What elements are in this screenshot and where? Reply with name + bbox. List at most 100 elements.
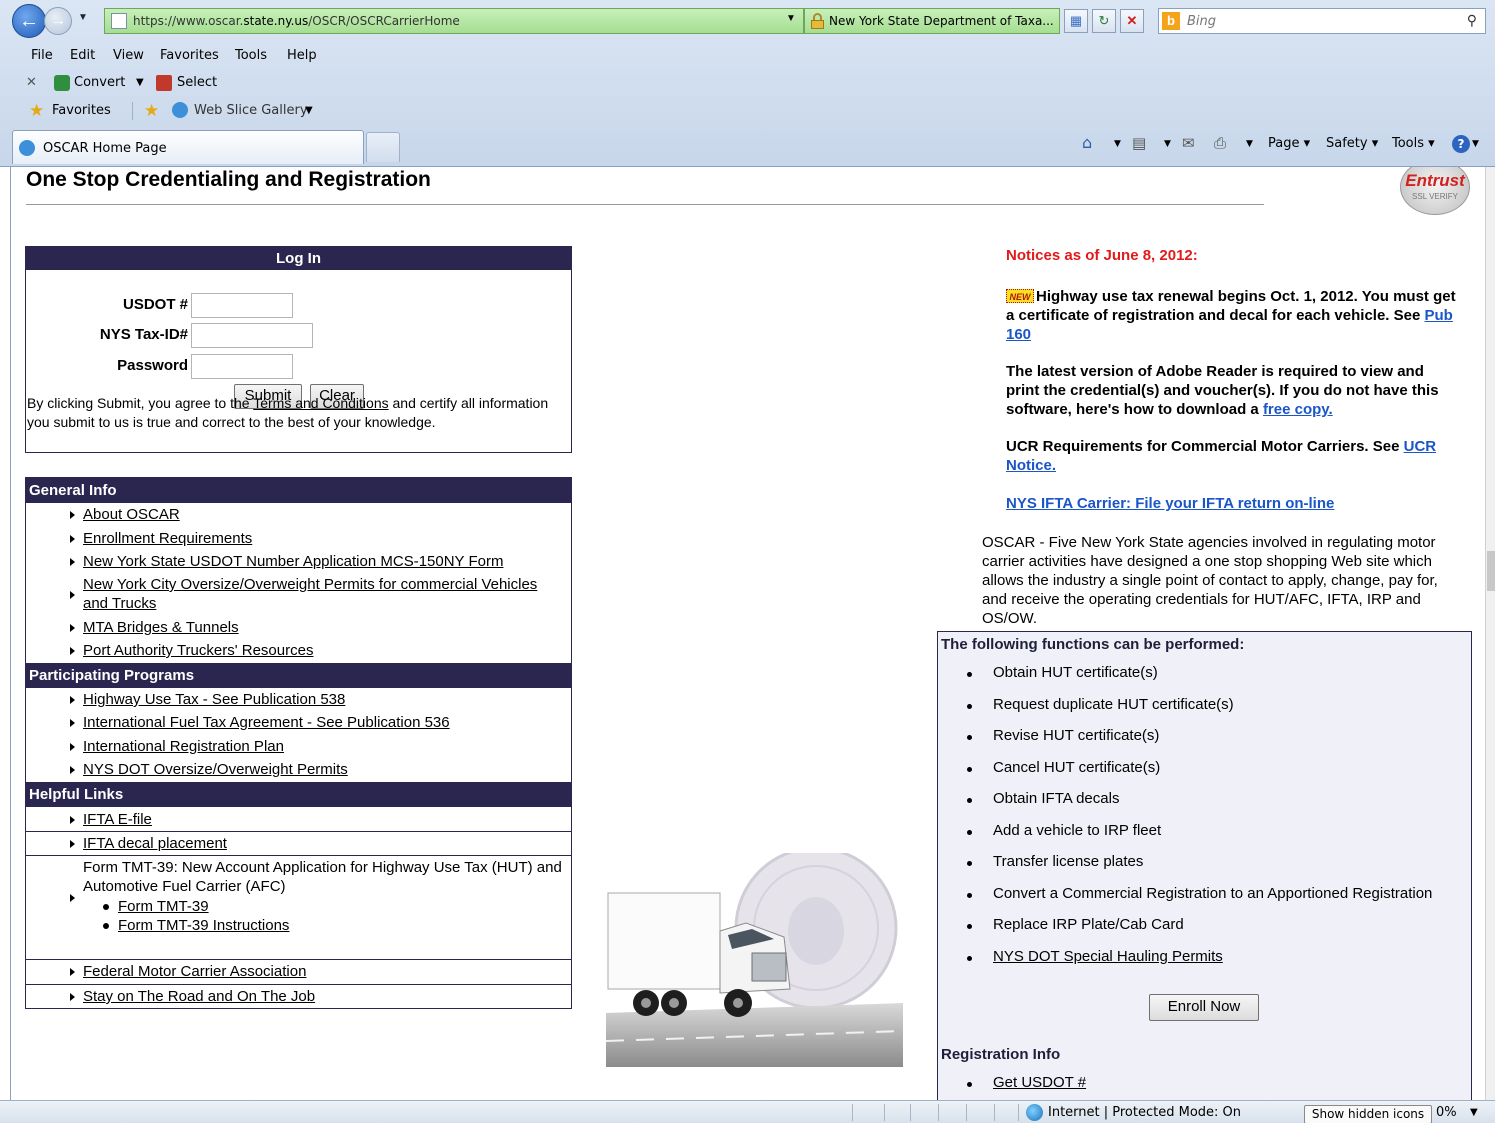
ifta-file-link[interactable]: NYS IFTA Carrier: File your IFTA return …	[1006, 495, 1334, 512]
nav-link[interactable]: Form TMT-39	[118, 897, 209, 916]
print-dropdown-icon[interactable]: ▼	[1246, 139, 1253, 149]
stop-icon[interactable]: ✕	[1120, 9, 1144, 33]
refresh-icon[interactable]: ↻	[1092, 9, 1116, 33]
nav-link[interactable]: NYS DOT Oversize/Overweight Permits	[83, 760, 348, 779]
function-text: Convert a Commercial Registration to an …	[993, 885, 1433, 902]
helpful-links-header: Helpful Links	[26, 782, 571, 807]
nav-panel: General Info About OSCAR Enrollment Requ…	[25, 477, 572, 1009]
add-favorite-icon[interactable]: ★	[144, 101, 159, 121]
page-icon	[111, 13, 127, 29]
function-text: Revise HUT certificate(s)	[993, 727, 1160, 744]
truck-seal-image	[606, 853, 903, 1067]
status-divider	[910, 1104, 911, 1121]
nav-link[interactable]: IFTA decal placement	[83, 834, 227, 853]
tools-menu[interactable]: Tools ▾	[1392, 136, 1435, 151]
entrust-seal[interactable]: Entrust SSL VERIFY	[1398, 167, 1472, 217]
scrollbar-thumb[interactable]	[1487, 551, 1495, 591]
entrust-sub: SSL VERIFY	[1412, 192, 1458, 201]
nav-link[interactable]: Form TMT-39 Instructions	[118, 916, 289, 935]
feeds-icon[interactable]: ▤	[1132, 134, 1146, 152]
tab-oscar-home[interactable]: OSCAR Home Page	[12, 130, 364, 164]
back-arrow-icon: ←	[19, 10, 39, 32]
security-report-bar[interactable]: New York State Department of Taxa...	[804, 8, 1060, 34]
free-copy-link[interactable]: free copy.	[1263, 401, 1333, 418]
menu-help[interactable]: Help	[287, 48, 317, 63]
page-menu[interactable]: Page ▾	[1268, 136, 1310, 151]
feeds-dropdown-icon[interactable]: ▼	[1164, 139, 1171, 149]
password-input[interactable]	[191, 354, 293, 379]
triangle-right-icon	[70, 743, 75, 751]
function-text: Add a vehicle to IRP fleet	[993, 822, 1162, 839]
notice-text: UCR Requirements for Commercial Motor Ca…	[1006, 438, 1404, 455]
nav-link[interactable]: New York City Oversize/Overweight Permit…	[83, 575, 563, 613]
search-box[interactable]: b Bing ⚲	[1158, 8, 1486, 34]
nav-link[interactable]: Stay on The Road and On The Job	[83, 987, 315, 1006]
home-dropdown-icon[interactable]: ▼	[1114, 139, 1121, 149]
hub	[733, 998, 743, 1008]
nav-link[interactable]: Enrollment Requirements	[83, 529, 252, 548]
back-button[interactable]: ←	[12, 4, 46, 38]
address-dropdown-icon[interactable]: ▼	[786, 13, 796, 24]
print-icon[interactable]: ⎙	[1214, 134, 1226, 152]
row-divider	[26, 984, 571, 985]
help-icon[interactable]: ?	[1452, 135, 1470, 153]
triangle-right-icon	[70, 894, 75, 902]
nav-link[interactable]: IFTA E-file	[83, 810, 152, 829]
history-dropdown-icon[interactable]: ▼	[78, 12, 88, 23]
zoom-dropdown-icon[interactable]: ▼	[1470, 1107, 1478, 1118]
usdot-input[interactable]	[191, 293, 293, 318]
functions-box: The following functions can be performed…	[937, 631, 1472, 1100]
convert-button[interactable]: Convert	[74, 75, 125, 90]
search-icon[interactable]: ⚲	[1467, 12, 1477, 29]
home-icon[interactable]: ⌂	[1082, 133, 1092, 152]
close-toolbar-icon[interactable]: ✕	[26, 75, 37, 90]
convert-dropdown-icon[interactable]: ▼	[136, 77, 144, 88]
nav-link[interactable]: MTA Bridges & Tunnels	[83, 618, 239, 637]
terms-link[interactable]: Terms and Conditions	[253, 395, 388, 411]
nav-link[interactable]: About OSCAR	[83, 505, 180, 524]
get-usdot-link[interactable]: Get USDOT #	[993, 1073, 1086, 1092]
special-hauling-link[interactable]: NYS DOT Special Hauling Permits	[993, 947, 1223, 966]
triangle-right-icon	[70, 968, 75, 976]
help-dropdown-icon[interactable]: ▼	[1472, 139, 1479, 149]
taxid-input[interactable]	[191, 323, 313, 348]
vertical-scrollbar[interactable]	[1485, 167, 1495, 1100]
web-slice-dropdown-icon[interactable]: ▼	[305, 105, 313, 116]
forward-button[interactable]: →	[44, 7, 72, 35]
grille	[751, 952, 787, 982]
web-slice-gallery-button[interactable]: Web Slice Gallery	[194, 103, 308, 118]
menu-file[interactable]: File	[31, 48, 53, 63]
nav-link[interactable]: Federal Motor Carrier Association	[83, 962, 306, 981]
row-divider	[26, 855, 571, 856]
bullet-icon	[967, 956, 972, 961]
address-bar[interactable]: https://www.oscar.state.ny.us/OSCR/OSCRC…	[104, 8, 804, 34]
new-tab-button[interactable]	[366, 132, 400, 162]
menu-favorites[interactable]: Favorites	[160, 48, 219, 63]
compatibility-view-icon[interactable]: ▦	[1064, 9, 1088, 33]
menu-tools[interactable]: Tools	[235, 48, 267, 63]
menu-view[interactable]: View	[113, 48, 144, 63]
enroll-now-button[interactable]: Enroll Now	[1149, 994, 1259, 1021]
safety-menu[interactable]: Safety ▾	[1326, 136, 1378, 151]
nav-link[interactable]: Highway Use Tax - See Publication 538	[83, 690, 345, 709]
nav-link[interactable]: Port Authority Truckers' Resources	[83, 641, 313, 660]
viewport-left-border	[10, 167, 11, 1100]
select-button[interactable]: Select	[177, 75, 217, 90]
favorites-button[interactable]: Favorites	[52, 103, 111, 118]
registration-info-heading: Registration Info	[941, 1046, 1061, 1063]
menu-edit[interactable]: Edit	[70, 48, 95, 63]
mail-icon[interactable]: ✉	[1182, 134, 1195, 152]
url-text[interactable]: https://www.oscar.state.ny.us/OSCR/OSCRC…	[133, 14, 460, 28]
security-zone-text[interactable]: Internet | Protected Mode: On	[1048, 1105, 1241, 1120]
status-bar: Internet | Protected Mode: On Show hidde…	[0, 1100, 1495, 1123]
title-divider	[26, 204, 1264, 205]
cert-owner-text: New York State Department of Taxa...	[829, 14, 1054, 28]
hub	[669, 998, 679, 1008]
triangle-right-icon	[70, 719, 75, 727]
nav-link[interactable]: New York State USDOT Number Application …	[83, 552, 503, 571]
participating-programs-header: Participating Programs	[26, 663, 571, 688]
nav-link[interactable]: International Fuel Tax Agreement - See P…	[83, 713, 450, 732]
nav-link[interactable]: International Registration Plan	[83, 737, 284, 756]
zoom-level[interactable]: 0%	[1436, 1105, 1457, 1120]
favorites-star-icon[interactable]: ★	[29, 101, 44, 121]
